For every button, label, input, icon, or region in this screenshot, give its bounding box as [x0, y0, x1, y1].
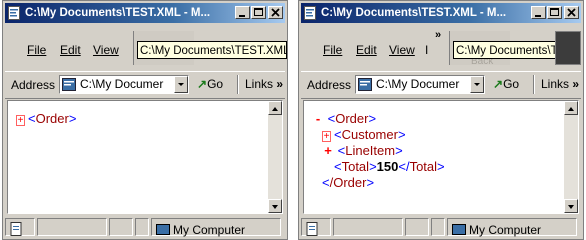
- status-cell: [301, 218, 331, 236]
- go-arrow-icon: ↗: [493, 77, 504, 91]
- address-value: C:\My Documer: [80, 77, 164, 91]
- status-cell: [5, 218, 35, 236]
- tooltip: C:\My Documents\TEST.XML -: [137, 41, 287, 59]
- computer-icon: [452, 224, 466, 235]
- menu-item-truncated[interactable]: I: [425, 43, 428, 57]
- maximize-icon: [550, 8, 559, 16]
- address-dropdown-button[interactable]: [174, 76, 188, 93]
- xml-document-icon: [8, 6, 20, 20]
- xml-tree: - <Order> + <Customer> + <LineItem> <Tota…: [312, 111, 445, 191]
- zone-label: My Computer: [156, 223, 245, 237]
- address-input[interactable]: C:\My Documer: [355, 75, 485, 94]
- links-button[interactable]: Links »: [245, 77, 283, 91]
- go-arrow-icon: ↗: [197, 77, 208, 91]
- total-value: 150: [376, 159, 399, 174]
- menu-edit[interactable]: Edit: [356, 43, 377, 57]
- xml-document-icon: [304, 6, 316, 20]
- go-button[interactable]: ↗Go: [493, 77, 519, 91]
- scroll-down-button[interactable]: [564, 199, 578, 213]
- xml-line-order-close: </Order>: [322, 175, 375, 190]
- scroll-up-button[interactable]: [268, 101, 282, 115]
- close-icon: [271, 8, 280, 17]
- address-bar: Address C:\My Documer ↗Go Links »: [301, 71, 581, 99]
- menu-file[interactable]: File: [27, 43, 46, 57]
- zone-label: My Computer: [452, 223, 541, 237]
- computer-icon: [156, 224, 170, 235]
- separator: [533, 75, 535, 94]
- xml-line-order: + <Order>: [16, 111, 77, 126]
- maximize-button[interactable]: [251, 6, 266, 19]
- status-cell: [135, 218, 149, 236]
- vertical-scrollbar[interactable]: [268, 101, 282, 213]
- minimize-button[interactable]: [235, 6, 250, 19]
- minimize-icon: [239, 15, 245, 17]
- chevron-down-icon: [474, 83, 480, 86]
- status-cell: [333, 218, 403, 236]
- status-bar: My Computer: [5, 216, 285, 238]
- status-zone-cell: My Computer: [447, 218, 577, 237]
- page-icon: [306, 222, 318, 236]
- menu-view[interactable]: View: [389, 43, 415, 57]
- xml-viewer: + <Order>: [7, 100, 283, 214]
- expand-toggle[interactable]: +: [322, 143, 334, 159]
- page-icon: [10, 222, 22, 236]
- address-bar: Address C:\My Documer ↗Go Links »: [5, 71, 285, 99]
- address-label: Address: [307, 78, 352, 92]
- throbber-logo: [555, 31, 581, 65]
- status-cell: [109, 218, 133, 236]
- close-button[interactable]: [268, 6, 283, 19]
- window-title: C:\My Documents\TEST.XML - M...: [321, 7, 507, 19]
- xml-tree: + <Order>: [16, 111, 76, 127]
- minimize-icon: [535, 15, 541, 17]
- chevron-down-icon: [178, 83, 184, 86]
- arrow-up-icon: [272, 107, 278, 111]
- menu-view[interactable]: View: [93, 43, 119, 57]
- address-dropdown-button[interactable]: [470, 76, 484, 93]
- address-input[interactable]: C:\My Documer: [59, 75, 189, 94]
- xml-document-icon: [358, 78, 372, 91]
- close-icon: [567, 8, 576, 17]
- separator: [237, 75, 239, 94]
- browser-window-expanded: C:\My Documents\TEST.XML - M... File Edi…: [298, 0, 584, 240]
- address-label: Address: [11, 78, 56, 92]
- xml-viewer: - <Order> + <Customer> + <LineItem> <Tota…: [303, 100, 579, 214]
- xml-document-icon: [62, 78, 76, 91]
- xml-line-total: <Total>150</Total>: [334, 159, 445, 174]
- arrow-down-icon: [568, 205, 574, 209]
- maximize-button[interactable]: [547, 6, 562, 19]
- minimize-button[interactable]: [531, 6, 546, 19]
- xml-line-order: - <Order>: [312, 111, 445, 127]
- status-zone-cell: My Computer: [151, 218, 281, 237]
- scroll-up-button[interactable]: [564, 101, 578, 115]
- vertical-scrollbar[interactable]: [564, 101, 578, 213]
- window-title: C:\My Documents\TEST.XML - M...: [25, 7, 211, 19]
- address-value: C:\My Documer: [376, 77, 460, 91]
- go-button[interactable]: ↗Go: [197, 77, 223, 91]
- expand-toggle[interactable]: +: [322, 131, 331, 142]
- arrow-down-icon: [272, 205, 278, 209]
- browser-window-collapsed: C:\My Documents\TEST.XML - M... File Edi…: [2, 0, 288, 240]
- scroll-down-button[interactable]: [268, 199, 282, 213]
- menu-bar: File Edit View C:\My Documents\TEST.XML …: [5, 25, 287, 69]
- links-button[interactable]: Links »: [541, 77, 579, 91]
- menu-bar: File Edit View I » Back C:\My Documents\…: [301, 25, 581, 69]
- chevron-right-icon: »: [572, 77, 580, 91]
- status-cell: [405, 218, 429, 236]
- status-bar: My Computer: [301, 216, 581, 238]
- title-bar[interactable]: C:\My Documents\TEST.XML - M...: [5, 3, 285, 23]
- status-cell: [37, 218, 107, 236]
- xml-line-customer: + <Customer>: [322, 127, 406, 142]
- collapse-toggle[interactable]: -: [312, 111, 324, 127]
- menu-file[interactable]: File: [323, 43, 342, 57]
- chevron-right-icon[interactable]: »: [435, 29, 441, 41]
- chevron-right-icon: »: [276, 77, 284, 91]
- maximize-icon: [254, 8, 263, 16]
- close-button[interactable]: [564, 6, 579, 19]
- menu-edit[interactable]: Edit: [60, 43, 81, 57]
- status-cell: [431, 218, 445, 236]
- xml-line-lineitem: + <LineItem>: [312, 143, 445, 159]
- arrow-up-icon: [568, 107, 574, 111]
- expand-toggle[interactable]: +: [16, 115, 25, 126]
- title-bar[interactable]: C:\My Documents\TEST.XML - M...: [301, 3, 581, 23]
